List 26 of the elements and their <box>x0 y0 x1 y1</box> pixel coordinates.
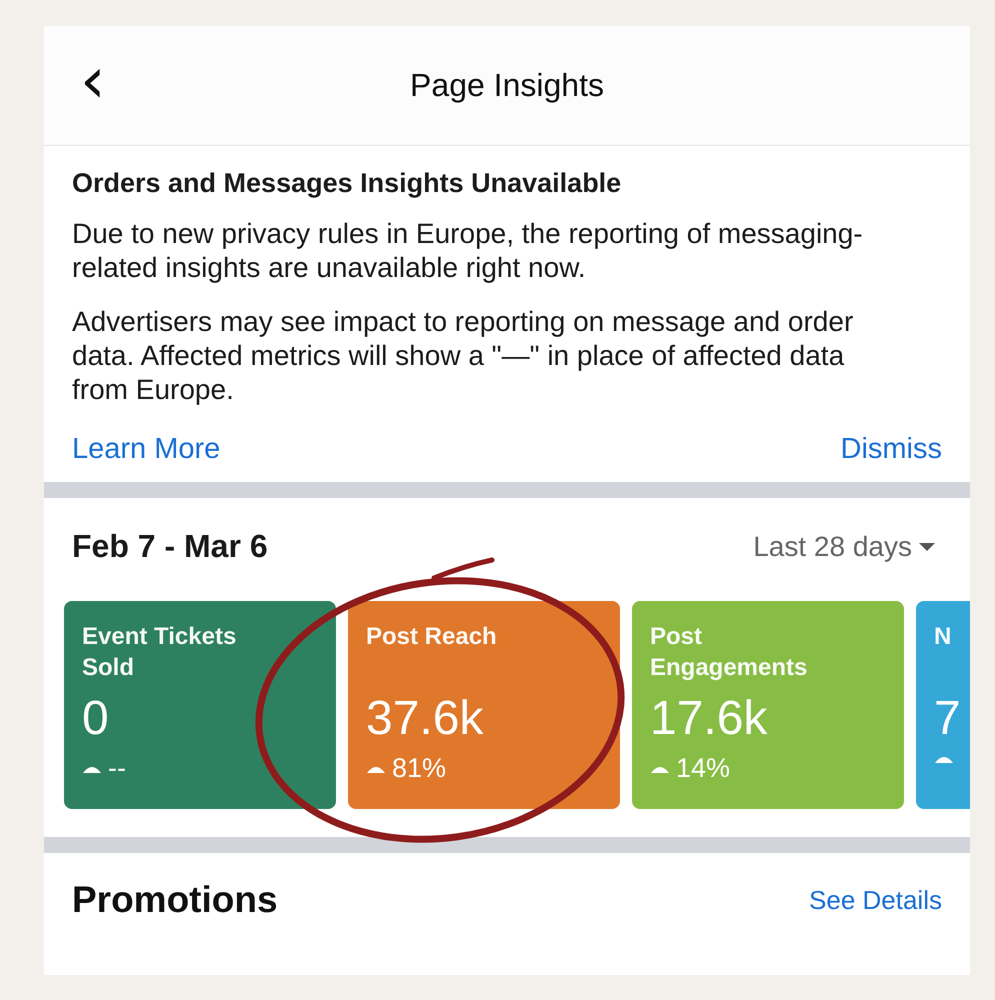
date-range: Feb 7 - Mar 6 <box>72 528 268 565</box>
metric-card[interactable]: Event Tickets Sold 0 -- <box>64 601 336 809</box>
notice-title: Orders and Messages Insights Unavailable <box>72 168 622 199</box>
dismiss-link[interactable]: Dismiss <box>840 433 942 466</box>
metric-value: 7 <box>934 691 962 747</box>
notice-text: Advertisers may see impact to reporting on message and order data. Affected metrics will show a "—" in place of affected data from Europe. <box>72 305 854 407</box>
learn-more-link[interactable]: Learn More <box>72 433 220 466</box>
page-title: Page Insights <box>410 67 604 104</box>
metric-change: -- <box>108 753 126 784</box>
metric-value: 0 <box>82 691 110 747</box>
metric-change: 81% <box>392 753 446 784</box>
metric-label: Post Reach <box>366 622 498 652</box>
metric-label: N <box>934 622 952 652</box>
metric-value: 37.6k <box>366 691 484 747</box>
metric-change: 14% <box>676 753 730 784</box>
see-details-link[interactable]: See Details <box>809 884 942 916</box>
metric-label: Post Engagements <box>650 622 808 683</box>
section-title: Promotions <box>72 879 278 921</box>
metric-card[interactable]: Post Reach 37.6k 81% <box>348 601 620 809</box>
notice-text: Due to new privacy rules in Europe, the reporting of messaging-related insights are unavailable right now. <box>72 217 864 285</box>
period-dropdown[interactable]: Last 28 days <box>753 530 936 562</box>
metric-card[interactable]: N 7 <box>916 601 970 809</box>
metric-label: Event Tickets Sold <box>82 622 238 683</box>
metric-value: 17.6k <box>650 691 768 747</box>
back-button[interactable]: ‹ <box>74 56 112 106</box>
caret-icon <box>918 542 936 552</box>
